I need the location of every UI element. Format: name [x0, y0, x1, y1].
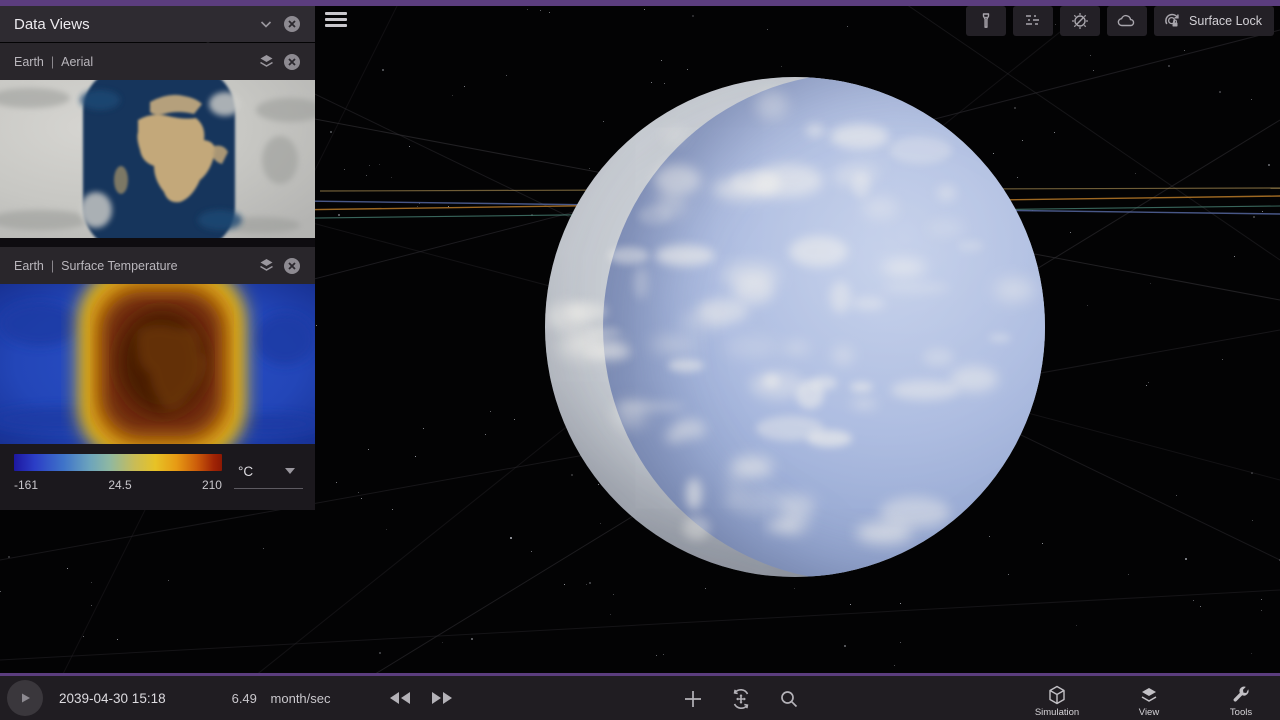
simulation-datetime: 2039-04-30 15:18 — [59, 690, 166, 706]
menu-label: Tools — [1229, 707, 1253, 718]
tools-menu-button[interactable]: Tools — [1210, 682, 1272, 718]
simulation-menu-button[interactable]: Simulation — [1026, 682, 1088, 718]
search-icon — [781, 691, 798, 708]
main-menu-icon[interactable] — [325, 12, 347, 30]
data-view-row-aerial: Earth | Aerial — [0, 43, 315, 80]
add-object-button[interactable] — [675, 681, 711, 717]
cube-icon — [1049, 685, 1065, 705]
close-view-button[interactable] — [279, 253, 305, 279]
rewind-icon — [389, 692, 410, 704]
chase-object-button[interactable] — [723, 681, 759, 717]
collapse-panel-button[interactable] — [253, 11, 279, 37]
surface-lock-label: Surface Lock — [1189, 14, 1262, 28]
unit-value: °C — [238, 463, 254, 479]
layer-name: Aerial — [61, 54, 94, 69]
layer-name: Surface Temperature — [61, 258, 178, 273]
speed-up-button[interactable] — [425, 681, 459, 715]
layers-icon — [1141, 688, 1157, 702]
layers-icon — [259, 259, 273, 271]
close-icon — [284, 16, 300, 32]
view-toolbar: Surface Lock — [966, 6, 1274, 36]
data-view-row-surface-temperature: Earth | Surface Temperature — [0, 247, 315, 284]
body-name: Earth — [14, 258, 44, 273]
exposure-button[interactable] — [1013, 6, 1054, 36]
wrench-icon — [1233, 686, 1249, 702]
speed-value: 6.49 — [231, 690, 257, 706]
data-views-panel: Data Views Earth | Aerial Earth | Surfac… — [0, 6, 315, 510]
clouds-icon — [1116, 12, 1138, 30]
flashlight-icon — [977, 12, 995, 30]
layers-icon — [259, 55, 273, 67]
panel-title: Data Views — [14, 15, 90, 33]
scale-mid: 24.5 — [108, 478, 132, 492]
add-icon — [685, 691, 701, 707]
surface-lock-icon — [1162, 11, 1182, 31]
effects-button[interactable] — [1060, 6, 1101, 36]
temperature-scale: -161 24.5 210 °C — [0, 444, 315, 510]
play-button[interactable] — [7, 680, 43, 716]
body-name: Earth — [14, 54, 44, 69]
layer-select-button[interactable] — [253, 253, 279, 279]
play-icon — [22, 693, 30, 703]
scale-max: 210 — [201, 478, 222, 492]
view-menu-button[interactable]: View — [1118, 682, 1180, 718]
temperature-gradient-bar — [14, 454, 222, 471]
planet-atmosphere-haze — [545, 77, 1045, 577]
flashlight-button[interactable] — [966, 6, 1007, 36]
surface-lock-button[interactable]: Surface Lock — [1154, 6, 1274, 36]
slow-down-button[interactable] — [383, 681, 417, 715]
object-tools — [675, 681, 807, 717]
chase-icon — [733, 689, 749, 709]
main-menus: Simulation View Tools — [1026, 682, 1272, 718]
menu-label: View — [1138, 707, 1160, 718]
menu-label: Simulation — [1034, 707, 1080, 718]
app-window: Surface Lock Data Views Earth | Aerial E… — [0, 0, 1280, 720]
close-icon — [284, 257, 300, 274]
chevron-down-icon — [260, 21, 272, 28]
effects-icon — [1070, 11, 1090, 31]
chevron-down-icon — [285, 468, 295, 474]
aerial-map-thumbnail[interactable] — [0, 80, 315, 238]
exposure-icon — [1023, 12, 1043, 30]
close-view-button[interactable] — [279, 49, 305, 75]
temperature-map-thumbnail[interactable] — [0, 284, 315, 444]
data-views-header: Data Views — [0, 6, 315, 42]
search-button[interactable] — [771, 681, 807, 717]
layer-select-button[interactable] — [253, 49, 279, 75]
scale-min: -161 — [14, 478, 39, 492]
fast-forward-icon — [431, 692, 452, 704]
close-icon — [284, 53, 300, 70]
close-panel-button[interactable] — [279, 11, 305, 37]
window-accent-bar — [0, 0, 1280, 6]
unit-dropdown[interactable]: °C — [234, 454, 303, 489]
speed-unit: month/sec — [270, 690, 331, 706]
clouds-button[interactable] — [1107, 6, 1148, 36]
planet-earth[interactable] — [545, 77, 1045, 577]
panel-gap — [0, 238, 315, 247]
